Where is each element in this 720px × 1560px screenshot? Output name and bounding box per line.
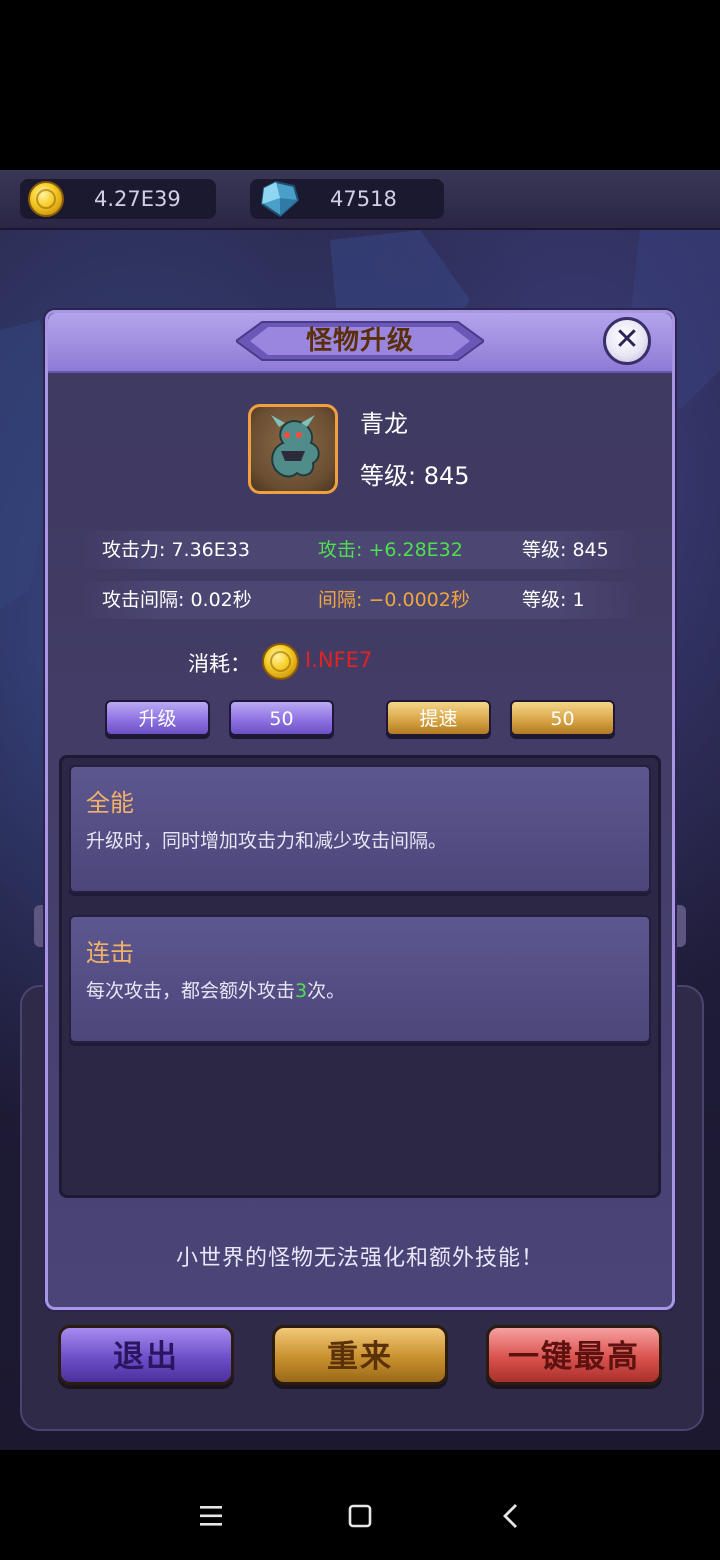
back-icon[interactable]: [500, 1502, 522, 1530]
cost-value: I.NFE7: [305, 648, 373, 672]
interval-level: 等级: 1: [522, 589, 585, 611]
menu-icon[interactable]: [198, 1502, 224, 1530]
gem-amount: 47518: [330, 187, 397, 211]
dialog-title: 怪物升级: [305, 326, 414, 356]
skill-highlight-number: 3: [295, 980, 308, 1002]
upgrade-amount-button[interactable]: 50: [229, 700, 334, 736]
coin-icon: [262, 643, 299, 680]
home-icon[interactable]: [348, 1504, 372, 1528]
max-upgrade-button[interactable]: 一键最高: [486, 1325, 662, 1385]
dragon-icon: [271, 415, 320, 478]
skill-desc-part: 次。: [307, 980, 346, 1002]
interval-decrement: 间隔: −0.0002秒: [318, 589, 470, 611]
gold-counter: 4.27E39: [20, 179, 216, 219]
interval-value: 攻击间隔: 0.02秒: [102, 589, 252, 611]
exit-button[interactable]: 退出: [58, 1325, 234, 1385]
gem-counter: 47518: [250, 179, 444, 219]
attack-stat-row: 攻击力: 7.36E33 攻击: +6.28E32 等级: 845: [80, 531, 640, 569]
speedup-amount-button[interactable]: 50: [510, 700, 615, 736]
interval-stat-row: 攻击间隔: 0.02秒 间隔: −0.0002秒 等级: 1: [80, 581, 640, 619]
gold-amount: 4.27E39: [94, 187, 181, 211]
cost-label: 消耗：: [188, 652, 251, 676]
monster-level: 等级: 845: [360, 462, 470, 490]
skill-desc-part: 每次攻击，都会额外攻击: [86, 980, 296, 1002]
upgrade-button[interactable]: 升级: [105, 700, 210, 736]
skill-title: 连击: [86, 939, 134, 967]
skill-title: 全能: [86, 789, 134, 817]
diamond-icon: [260, 180, 300, 218]
monster-portrait: [248, 404, 338, 494]
skill-description: 升级时，同时增加攻击力和减少攻击间隔。: [86, 830, 448, 852]
speedup-button[interactable]: 提速: [386, 700, 491, 736]
retry-button[interactable]: 重来: [272, 1325, 448, 1385]
attack-increment: 攻击: +6.28E32: [318, 539, 463, 561]
skill-description: 每次攻击，都会额外攻击3次。: [86, 976, 345, 1003]
coin-icon: [28, 181, 64, 217]
attack-value: 攻击力: 7.36E33: [102, 539, 250, 561]
attack-level: 等级: 845: [522, 539, 609, 561]
monster-name: 青龙: [360, 410, 408, 438]
close-icon[interactable]: ✕: [603, 317, 651, 365]
notice-text: 小世界的怪物无法强化和额外技能！: [175, 1246, 544, 1271]
